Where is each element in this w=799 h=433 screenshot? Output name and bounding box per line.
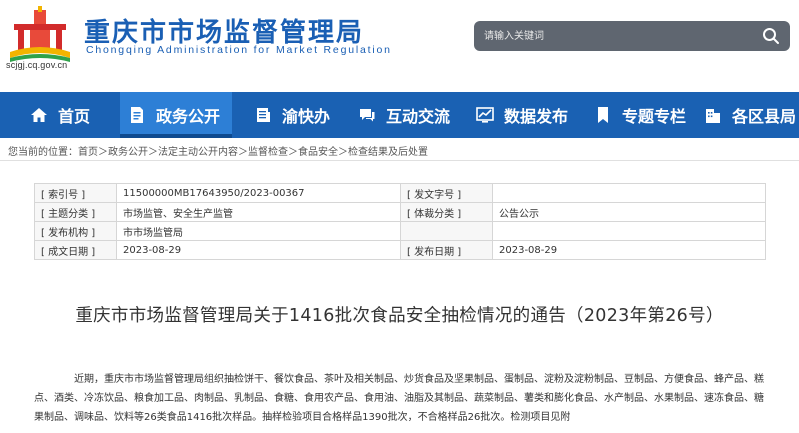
main-nav: 首页 政务公开 渝快办 互动交流 数据发布 专题专栏 各区县局 — [0, 92, 799, 138]
nav-item-government-affairs[interactable]: 政务公开 — [120, 92, 232, 138]
nav-item-yukuaiban[interactable]: 渝快办 — [232, 92, 336, 138]
chart-icon — [476, 107, 494, 123]
nav-item-special-topics[interactable]: 专题专栏 — [572, 92, 690, 138]
nav-label-interaction: 互动交流 — [386, 107, 451, 126]
search-input[interactable] — [484, 21, 744, 51]
logo-icon[interactable] — [6, 6, 74, 68]
value-genre: 公告公示 — [492, 202, 766, 222]
site-header: scjgj.cq.gov.cn 重庆市市场监督管理局 Chongqing Adm… — [0, 0, 799, 92]
table-row: [ 成文日期 ] 2023-08-29 [ 发布日期 ] 2023-08-29 — [34, 240, 766, 260]
value-written-date: 2023-08-29 — [116, 240, 401, 260]
nav-item-home[interactable]: 首页 — [0, 92, 100, 138]
breadcrumb: 您当前的位置：首页＞政务公开＞法定主动公开内容＞监督检查＞食品安全＞检查结果及后… — [8, 143, 428, 158]
nav-label-home: 首页 — [58, 107, 91, 126]
nav-item-data-release[interactable]: 数据发布 — [456, 92, 572, 138]
table-row: [ 索引号 ] 11500000MB17643950/2023-00367 [ … — [34, 183, 766, 203]
value-publish-date: 2023-08-29 — [492, 240, 766, 260]
label-publish-date: [ 发布日期 ] — [400, 240, 493, 260]
nav-label-special-topics: 专题专栏 — [622, 107, 687, 126]
value-empty — [492, 221, 766, 241]
building-icon — [706, 109, 720, 123]
label-document-number: [ 发文字号 ] — [400, 183, 493, 203]
chat-icon — [360, 109, 375, 122]
breadcrumb-link-inspection-results[interactable]: 检查结果及后处置 — [348, 147, 428, 158]
label-topic: [ 主题分类 ] — [34, 202, 117, 222]
nav-item-interaction[interactable]: 互动交流 — [336, 92, 456, 138]
nav-label-district-bureaus: 各区县局 — [732, 107, 797, 126]
home-icon — [31, 108, 47, 122]
article-title: 重庆市市场监督管理局关于1416批次食品安全抽检情况的通告（2023年第26号） — [75, 306, 724, 326]
table-row: [ 主题分类 ] 市场监管、安全生产监管 [ 体裁分类 ] 公告公示 — [34, 202, 766, 222]
label-index-number: [ 索引号 ] — [34, 183, 117, 203]
breadcrumb-divider — [0, 160, 799, 161]
breadcrumb-prefix: 您当前的位置： — [8, 147, 78, 158]
bookmark-icon — [598, 107, 608, 123]
table-row: [ 发布机构 ] 市市场监管局 — [34, 221, 766, 241]
label-empty — [400, 221, 493, 241]
value-topic: 市场监管、安全生产监管 — [116, 202, 401, 222]
label-written-date: [ 成文日期 ] — [34, 240, 117, 260]
breadcrumb-separator: ＞ — [148, 147, 158, 158]
breadcrumb-link-statutory-disclosure[interactable]: 法定主动公开内容 — [158, 147, 238, 158]
breadcrumb-link-government-affairs[interactable]: 政务公开 — [108, 147, 148, 158]
label-genre: [ 体裁分类 ] — [400, 202, 493, 222]
search-icon[interactable] — [762, 27, 780, 45]
value-publisher: 市市场监管局 — [116, 221, 401, 241]
breadcrumb-separator: ＞ — [288, 147, 298, 158]
site-subtitle: Chongqing Administration for Market Regu… — [86, 44, 392, 56]
breadcrumb-separator: ＞ — [238, 147, 248, 158]
breadcrumb-link-food-safety[interactable]: 食品安全 — [298, 147, 338, 158]
value-document-number — [492, 183, 766, 203]
label-publisher: [ 发布机构 ] — [34, 221, 117, 241]
breadcrumb-link-home[interactable]: 首页 — [78, 147, 98, 158]
value-index-number: 11500000MB17643950/2023-00367 — [116, 183, 401, 203]
nav-item-district-bureaus[interactable]: 各区县局 — [690, 92, 799, 138]
search-box — [474, 21, 790, 51]
breadcrumb-link-supervision[interactable]: 监督检查 — [248, 147, 288, 158]
site-domain: scjgj.cq.gov.cn — [6, 60, 68, 70]
breadcrumb-separator: ＞ — [98, 147, 108, 158]
nav-label-data-release: 数据发布 — [504, 107, 569, 126]
article-body: 近期，重庆市市场监督管理局组织抽检饼干、餐饮食品、茶叶及相关制品、炒货食品及坚果… — [34, 374, 764, 423]
document-info-table: [ 索引号 ] 11500000MB17643950/2023-00367 [ … — [34, 183, 766, 260]
breadcrumb-separator: ＞ — [338, 147, 348, 158]
nav-label-yukuaiban: 渝快办 — [282, 107, 331, 126]
nav-label-government-affairs: 政务公开 — [156, 107, 221, 126]
clipboard-icon — [257, 108, 270, 122]
document-icon — [131, 107, 143, 123]
